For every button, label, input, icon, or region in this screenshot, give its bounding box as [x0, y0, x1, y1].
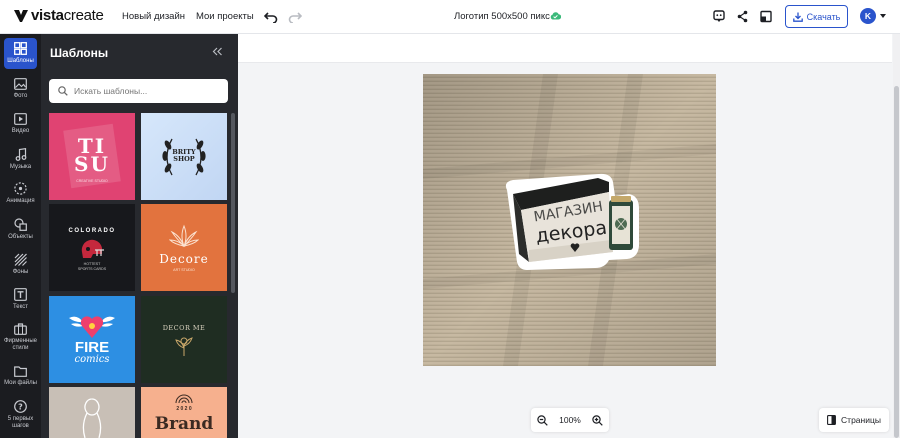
logo-text-bold: vista [31, 7, 64, 24]
rainbow-arc-icon [175, 394, 193, 403]
sidebar-item-label: Фирменные стили [4, 338, 37, 351]
sidebar-item-label: Текст [12, 304, 29, 310]
template-tile-decor-me[interactable]: DECOR ME [141, 296, 227, 383]
tile-text: Decore [159, 252, 209, 266]
zoom-control: 100% [531, 408, 609, 432]
sidebar-item-label: Мои файлы [4, 380, 37, 386]
template-tile-fire-comics[interactable]: FIRE comics [49, 296, 135, 383]
sidebar-item-label: Музыка [9, 164, 32, 170]
zoom-level: 100% [559, 415, 581, 425]
search-icon [58, 86, 68, 96]
winged-heart-icon [69, 316, 115, 338]
video-icon [14, 113, 27, 125]
template-tile-decore[interactable]: Decore ART STUDIO [141, 204, 227, 291]
account-chevron-down-icon[interactable] [880, 14, 886, 18]
help-icon: ? [14, 400, 27, 413]
undo-icon[interactable] [264, 10, 278, 23]
templates-icon [14, 42, 27, 55]
flower-line-icon [175, 337, 193, 356]
tile-subtext: SPORTS CARDS [77, 267, 107, 271]
redo-icon[interactable] [288, 10, 302, 23]
tile-text: COLORADO [68, 228, 116, 234]
tile-subtext: ART STUDIO [173, 268, 195, 272]
tile-text: comics [74, 354, 110, 365]
avatar[interactable]: K [860, 8, 876, 24]
tile-text: FIRE [74, 339, 110, 356]
canvas-scrollbar-thumb[interactable] [894, 86, 899, 438]
sidebar-item-first-steps[interactable]: ? 5 первых шагов [0, 400, 41, 430]
sidebar-item-text[interactable]: Текст [0, 288, 41, 311]
logo-mark-icon [14, 9, 28, 22]
photo-icon [14, 78, 27, 90]
sidebar-rail: Шаблоны Фото Видео Музыка Анимация Объек… [0, 34, 41, 438]
objects-icon [14, 218, 27, 231]
design-canvas: МАГАЗИН декора [423, 74, 716, 366]
template-tile-portrait[interactable] [49, 387, 135, 438]
resize-icon[interactable] [760, 10, 772, 23]
pages-icon [827, 415, 836, 425]
zoom-out-icon[interactable] [537, 414, 548, 426]
football-helmet-icon [81, 239, 104, 258]
template-search[interactable] [49, 79, 228, 103]
sidebar-item-my-files[interactable]: Мои файлы [0, 366, 41, 387]
comment-icon[interactable] [713, 10, 725, 23]
text-icon [14, 288, 27, 301]
design-artboard[interactable]: МАГАЗИН декора [423, 74, 716, 366]
sidebar-item-label: 5 первых шагов [7, 416, 34, 429]
sidebar-item-animation[interactable]: Анимация [0, 182, 41, 205]
collapse-panel-icon[interactable] [212, 47, 223, 56]
vistacreate-logo[interactable]: vista create [14, 7, 104, 24]
pages-label: Страницы [841, 415, 881, 425]
sidebar-item-photo[interactable]: Фото [0, 78, 41, 100]
share-icon[interactable] [737, 10, 748, 23]
animation-icon [14, 182, 27, 195]
panel-title: Шаблоны [50, 46, 109, 60]
tile-text: DECOR ME [162, 324, 206, 332]
sidebar-item-label: Объекты [8, 234, 33, 240]
download-label: Скачать [806, 11, 841, 22]
nav-new-design[interactable]: Новый дизайн [122, 11, 185, 22]
sidebar-item-label: Фото [13, 93, 28, 99]
sidebar-item-templates[interactable]: Шаблоны [4, 38, 37, 69]
zoom-in-icon[interactable] [592, 414, 603, 426]
folder-icon [14, 366, 27, 377]
music-icon [15, 148, 26, 161]
search-input[interactable] [74, 86, 214, 96]
panel-scrollbar[interactable] [231, 113, 235, 293]
download-button[interactable]: Скачать [785, 5, 848, 28]
sidebar-item-label: Шаблоны [7, 58, 34, 64]
sidebar-item-video[interactable]: Видео [0, 113, 41, 135]
tile-text: SHOP [173, 155, 195, 163]
top-bar: vista create Новый дизайн Мои проекты Лог… [0, 0, 900, 34]
template-tile-brity-shop[interactable]: BRITY SHOP [141, 113, 227, 200]
canvas-scrollbar[interactable] [893, 34, 900, 438]
sidebar-item-music[interactable]: Музыка [0, 148, 41, 171]
sidebar-item-label: Видео [11, 128, 30, 134]
lotus-icon [169, 224, 199, 248]
backgrounds-icon [14, 253, 27, 266]
sidebar-item-brand-kit[interactable]: Фирменные стили [0, 323, 41, 352]
tile-subtext: CREATIVE STUDIO [76, 179, 108, 183]
tile-subtext: 2 0 2 0 [176, 406, 192, 412]
nav-my-projects[interactable]: Мои проекты [196, 11, 254, 22]
template-tile-colorado[interactable]: COLORADO HOTTEST SPORTS CARDS [49, 204, 135, 291]
canvas-area: МАГАЗИН декора 100% Страницы [238, 34, 900, 438]
sidebar-item-objects[interactable]: Объекты [0, 218, 41, 241]
logo-text-light: create [63, 7, 104, 24]
brand-kit-icon [14, 323, 27, 335]
template-tile-tisu[interactable]: TI SU CREATIVE STUDIO [49, 113, 135, 200]
cloud-saved-icon [550, 12, 561, 20]
portrait-line-icon [82, 398, 102, 438]
canvas-toolbar [238, 34, 892, 63]
sidebar-item-label: Анимация [6, 198, 35, 204]
template-tile-brand[interactable]: 2 0 2 0 Brand [141, 387, 227, 438]
download-icon [792, 12, 803, 22]
tile-text: SU [74, 152, 110, 176]
svg-text:?: ? [18, 402, 23, 411]
pages-button[interactable]: Страницы [819, 408, 889, 432]
sidebar-item-backgrounds[interactable]: Фоны [0, 253, 41, 276]
tile-text: Brand [154, 414, 214, 434]
sidebar-item-label: Фоны [12, 269, 29, 275]
document-title[interactable]: Логотип 500x500 пикс [454, 11, 550, 22]
